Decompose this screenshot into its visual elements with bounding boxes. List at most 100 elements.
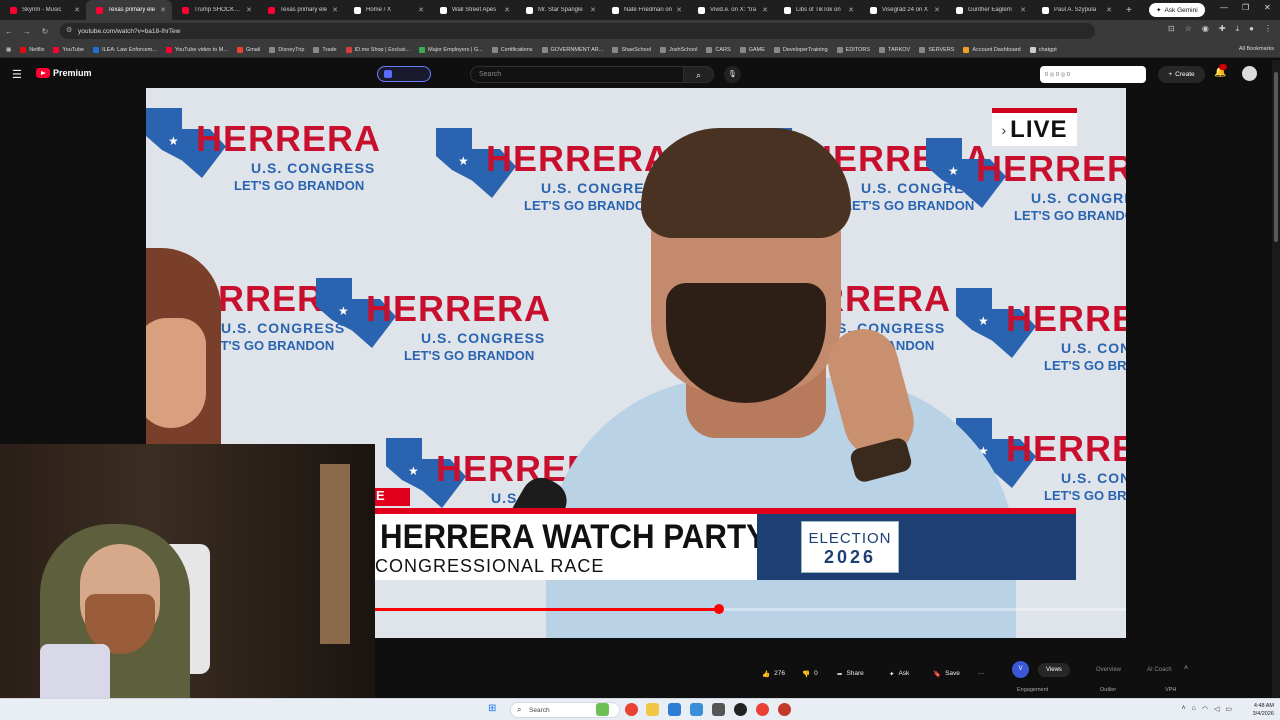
like-button[interactable]: 👍 276: [762, 665, 785, 682]
close-tab-icon[interactable]: ✕: [74, 6, 80, 14]
bookmark-item[interactable]: Certifications: [491, 46, 533, 53]
file-explorer-icon[interactable]: [646, 703, 659, 716]
site-info-icon[interactable]: ⚙: [66, 26, 72, 34]
browser-tab[interactable]: Paul A. Szypula ✕: [1032, 0, 1118, 20]
hamburger-menu-icon[interactable]: ☰: [12, 68, 22, 81]
bookmark-item[interactable]: SERVERS: [919, 46, 954, 53]
obs-icon[interactable]: [734, 703, 747, 716]
windows-start-icon[interactable]: ⊞: [488, 703, 496, 714]
extension-pill[interactable]: [377, 66, 431, 82]
chrome-profile-icon[interactable]: [756, 703, 769, 716]
scrollbar-thumb[interactable]: [1274, 72, 1278, 242]
chrome-icon[interactable]: [625, 703, 638, 716]
bookmark-item[interactable]: CARS: [706, 46, 731, 53]
store-icon[interactable]: [690, 703, 703, 716]
ask-button[interactable]: ✦ Ask: [889, 665, 909, 682]
progress-bar[interactable]: [375, 604, 1126, 614]
close-tab-icon[interactable]: ✕: [848, 6, 854, 14]
extension-icon[interactable]: ◉: [1202, 24, 1209, 34]
close-window-icon[interactable]: ✕: [1264, 3, 1271, 12]
install-icon[interactable]: ⊡: [1168, 24, 1175, 34]
network-icon[interactable]: ⌂: [1192, 705, 1196, 713]
browser-tab[interactable]: Texas primary ele ✕: [258, 0, 344, 20]
profile-icon[interactable]: ●: [1249, 24, 1254, 34]
share-button[interactable]: ➦ Share: [837, 665, 864, 682]
browser-tab[interactable]: Gunther Eaglem ✕: [946, 0, 1032, 20]
bookmark-item[interactable]: GAME: [739, 46, 765, 53]
browser-tab[interactable]: Nate Friedman on ✕: [602, 0, 688, 20]
bookmark-item[interactable]: Major Employers | G...: [419, 46, 483, 53]
notifications-bell-icon[interactable]: 🔔: [1214, 64, 1227, 78]
wifi-icon[interactable]: ◠: [1202, 705, 1208, 713]
bookmark-item[interactable]: YouTube: [53, 46, 84, 53]
close-tab-icon[interactable]: ✕: [1020, 6, 1026, 14]
analytics-extension-icon[interactable]: V: [1012, 661, 1029, 678]
close-tab-icon[interactable]: ✕: [762, 6, 768, 14]
close-tab-icon[interactable]: ✕: [160, 6, 166, 14]
bookmark-item[interactable]: Trade: [313, 46, 337, 53]
bookmark-item[interactable]: Gmail: [236, 46, 260, 53]
browser-tab[interactable]: Home / X ✕: [344, 0, 430, 20]
bookmark-star-icon[interactable]: ☆: [1185, 24, 1192, 34]
browser-tab[interactable]: Texas primary ele ✕: [86, 0, 172, 20]
all-bookmarks-link[interactable]: All Bookmarks: [1239, 46, 1274, 52]
tab-overview[interactable]: Overview: [1088, 663, 1129, 677]
stats-extension-pill[interactable]: 0 ◎ 0 ◎ 0: [1040, 66, 1146, 83]
bookmark-item[interactable]: ShaeSchool: [612, 46, 651, 53]
browser-tab[interactable]: Visegrád 24 on X ✕: [860, 0, 946, 20]
browser-tab[interactable]: Trump SHOCKS S ✕: [172, 0, 258, 20]
voice-search-button[interactable]: 🎙: [724, 66, 741, 83]
ask-gemini-button[interactable]: ✦ Ask Gemini: [1149, 3, 1205, 17]
close-tab-icon[interactable]: ✕: [1106, 6, 1112, 14]
tray-chevron-icon[interactable]: ˄: [1182, 705, 1186, 713]
close-tab-icon[interactable]: ✕: [504, 6, 510, 14]
collapse-chevron-icon[interactable]: ˄: [1184, 665, 1188, 672]
battery-icon[interactable]: ▭: [1225, 705, 1232, 713]
forward-icon[interactable]: →: [18, 27, 36, 36]
browser-tab[interactable]: Wall Street Apes ✕: [430, 0, 516, 20]
widgets-icon[interactable]: [596, 703, 609, 716]
download-icon[interactable]: ⤓: [1236, 24, 1240, 34]
save-button[interactable]: 🔖 Save: [933, 665, 960, 682]
app-icon[interactable]: [778, 703, 791, 716]
menu-kebab-icon[interactable]: ⋮: [1264, 24, 1272, 34]
settings-app-icon[interactable]: [712, 703, 725, 716]
progress-scrubber[interactable]: [713, 604, 724, 614]
bookmark-item[interactable]: DeveloperTraining: [773, 46, 828, 53]
bookmark-item[interactable]: YouTube video to M...: [165, 46, 228, 53]
back-icon[interactable]: ←: [0, 27, 18, 36]
browser-tab[interactable]: Skyrim - Music ✕: [0, 0, 86, 20]
apps-grid-icon[interactable]: ▦: [6, 47, 11, 53]
minimize-icon[interactable]: —: [1220, 3, 1228, 12]
search-input[interactable]: Search: [470, 66, 684, 83]
close-tab-icon[interactable]: ✕: [934, 6, 940, 14]
tab-ai-coach[interactable]: AI Coach: [1139, 663, 1180, 677]
bookmark-item[interactable]: EDITORS: [836, 46, 870, 53]
bookmark-item[interactable]: DisneyTrip: [269, 46, 304, 53]
browser-tab[interactable]: Mr. Star Spangle ✕: [516, 0, 602, 20]
dislike-button[interactable]: 👎 0: [802, 665, 818, 682]
bookmark-item[interactable]: Netflix: [20, 46, 44, 53]
close-tab-icon[interactable]: ✕: [246, 6, 252, 14]
close-tab-icon[interactable]: ✕: [590, 6, 596, 14]
reload-icon[interactable]: ↻: [36, 27, 54, 36]
browser-tab[interactable]: Vivid.e. on X: "tra ✕: [688, 0, 774, 20]
page-scrollbar[interactable]: [1272, 60, 1280, 698]
browser-tab[interactable]: Libs of TikTok on ✕: [774, 0, 860, 20]
bookmark-item[interactable]: chatgpt: [1029, 46, 1057, 53]
bookmark-item[interactable]: ID.me Shop | Exclusi...: [345, 46, 410, 53]
maximize-icon[interactable]: ❐: [1242, 3, 1249, 12]
bookmark-item[interactable]: ILEA: Law Enforcem...: [93, 46, 157, 53]
new-tab-button[interactable]: +: [1126, 5, 1132, 16]
avatar[interactable]: [1242, 66, 1257, 81]
create-button[interactable]: + Create: [1158, 66, 1205, 83]
tab-views[interactable]: Views: [1038, 663, 1070, 677]
url-field[interactable]: ⚙ youtube.com/watch?v=ba18-IhrTew: [60, 23, 1095, 39]
youtube-logo[interactable]: Premium: [36, 68, 92, 78]
bookmark-item[interactable]: JoshSchool: [659, 46, 697, 53]
close-tab-icon[interactable]: ✕: [676, 6, 682, 14]
volume-icon[interactable]: ◁: [1214, 705, 1219, 713]
close-tab-icon[interactable]: ✕: [418, 6, 424, 14]
bookmark-item[interactable]: TARKOV: [879, 46, 910, 53]
bookmark-item[interactable]: GOVERNMENT AR...: [541, 46, 603, 53]
